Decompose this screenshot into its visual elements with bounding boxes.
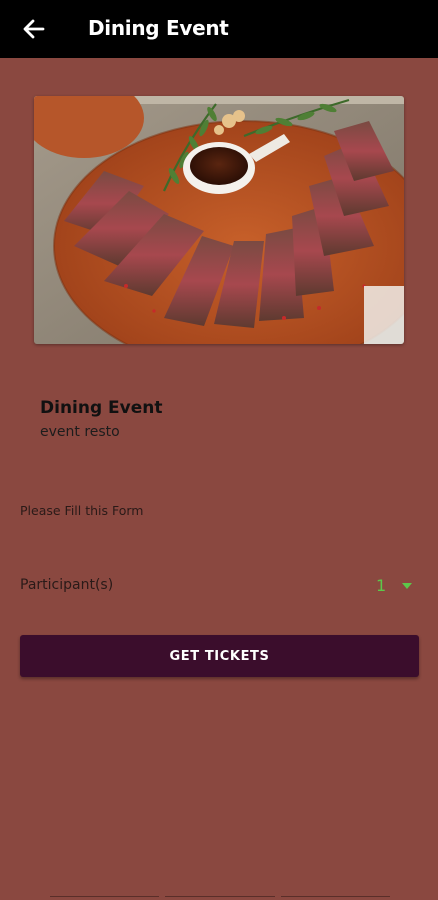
page-title: Dining Event <box>88 16 229 40</box>
back-button[interactable] <box>20 15 48 43</box>
event-subtitle: event resto <box>40 424 120 440</box>
divider-line <box>50 896 160 900</box>
participants-label: Participant(s) <box>20 577 114 593</box>
participants-dropdown[interactable]: 1 <box>368 572 418 598</box>
participants-value: 1 <box>376 575 387 595</box>
event-image <box>34 96 404 344</box>
chevron-down-icon <box>402 583 413 589</box>
get-tickets-button[interactable]: GET TICKETS <box>20 635 419 677</box>
form-instruction: Please Fill this Form <box>20 503 144 518</box>
app-bar: Dining Event <box>0 0 438 58</box>
bottom-divider <box>50 896 390 900</box>
arrow-left-icon <box>23 19 45 39</box>
divider-line <box>280 896 390 900</box>
divider-line <box>165 896 275 900</box>
event-title: Dining Event <box>40 398 163 418</box>
